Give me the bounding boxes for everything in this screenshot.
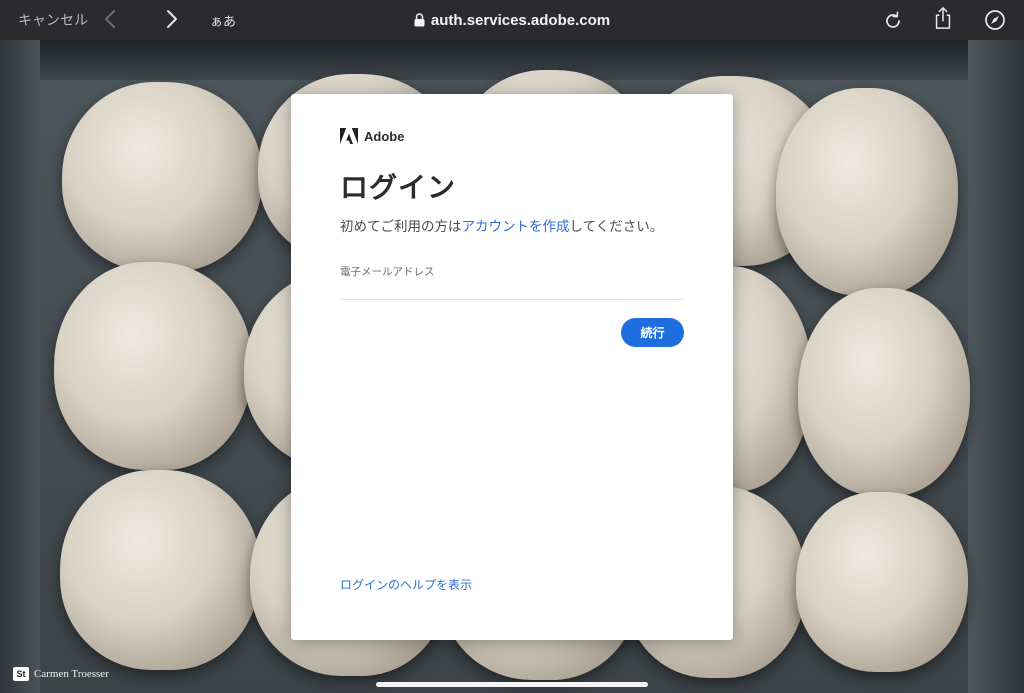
bread-roll [776, 88, 958, 296]
create-account-link[interactable]: アカウントを作成 [462, 219, 570, 235]
tray-edge [0, 40, 40, 693]
brand-name: Adobe [364, 128, 405, 144]
photo-credit: St Carmen Troesser [13, 667, 109, 681]
photographer-name: Carmen Troesser [34, 668, 109, 680]
cancel-button[interactable]: キャンセル [18, 10, 88, 30]
bread-roll [798, 288, 970, 496]
adobe-logo-icon [340, 128, 358, 144]
page-title: ログイン [340, 171, 457, 204]
address-bar: auth.services.adobe.com [0, 0, 1024, 40]
bread-roll [62, 82, 262, 272]
bread-roll [54, 262, 252, 470]
share-icon[interactable] [932, 6, 954, 30]
bread-roll [60, 470, 260, 670]
email-label: 電子メールアドレス [340, 266, 435, 278]
address-field[interactable]: auth.services.adobe.com [414, 12, 610, 29]
text-size-button[interactable]: ぁあ [210, 11, 236, 30]
signup-prompt-suffix: してください。 [569, 219, 664, 235]
login-help-link[interactable]: ログインのヘルプを表示 [340, 576, 472, 593]
lock-icon [414, 13, 425, 27]
signup-prompt: 初めてご利用の方はアカウントを作成してください。 [340, 215, 663, 235]
adobe-brand: Adobe [340, 128, 404, 144]
tray-edge [0, 40, 1024, 80]
url-text: auth.services.adobe.com [430, 11, 611, 29]
continue-button[interactable]: 続行 [621, 318, 684, 347]
stock-badge: St [13, 667, 29, 681]
browser-toolbar: キャンセル ぁあ auth.services.adobe.com [0, 0, 1024, 40]
home-indicator[interactable] [376, 682, 648, 687]
tray-edge [968, 40, 1024, 693]
email-field[interactable] [340, 278, 684, 300]
reload-icon[interactable] [882, 8, 904, 32]
chevron-right-icon[interactable] [164, 8, 180, 30]
compass-icon[interactable] [984, 8, 1006, 32]
bread-roll [796, 492, 968, 672]
chevron-left-icon[interactable] [102, 8, 118, 30]
login-card: Adobe ログイン 初めてご利用の方はアカウントを作成してください。 電子メー… [291, 94, 733, 640]
signup-prompt-prefix: 初めてご利用の方は [340, 219, 462, 235]
